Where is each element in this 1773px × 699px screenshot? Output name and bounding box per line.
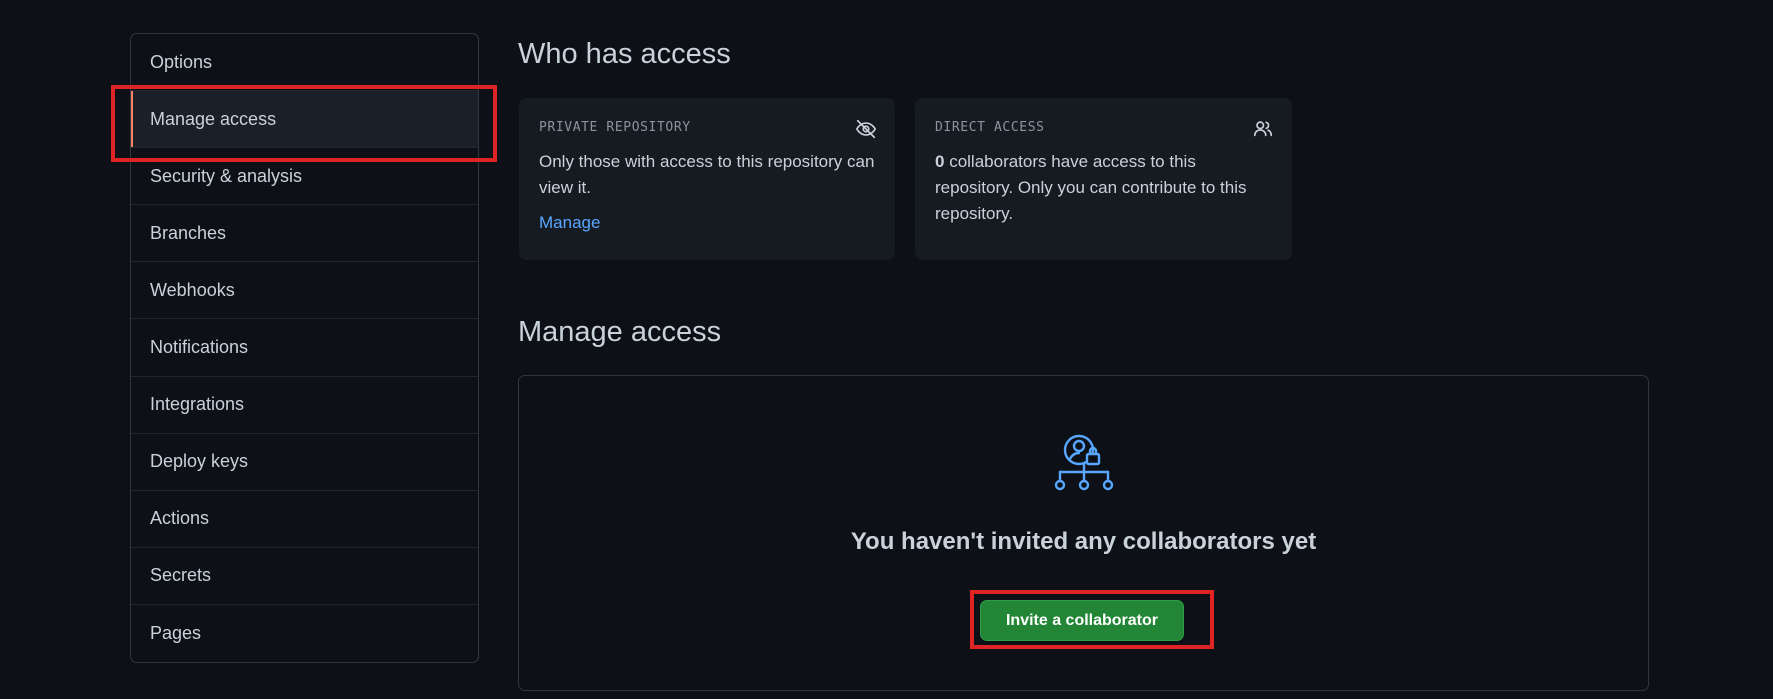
who-has-access-heading: Who has access bbox=[518, 38, 731, 70]
sidebar-item-webhooks[interactable]: Webhooks bbox=[131, 262, 478, 320]
sidebar-item-deploy-keys[interactable]: Deploy keys bbox=[131, 434, 478, 491]
sidebar-item-notifications[interactable]: Notifications bbox=[131, 319, 478, 377]
invite-collaborator-button[interactable]: Invite a collaborator bbox=[980, 600, 1184, 641]
private-repository-description: Only those with access to this repositor… bbox=[539, 152, 875, 197]
manage-access-heading: Manage access bbox=[518, 316, 722, 348]
private-repository-card: PRIVATE REPOSITORY Only those with acces… bbox=[519, 98, 895, 260]
sidebar-item-label: Pages bbox=[150, 622, 202, 643]
private-repository-label: PRIVATE REPOSITORY bbox=[539, 120, 691, 135]
direct-access-card: DIRECT ACCESS 0 collaborators have acces… bbox=[915, 98, 1292, 260]
person-lock-network-icon bbox=[1054, 434, 1114, 491]
eye-closed-icon bbox=[856, 119, 876, 139]
no-collaborators-message: You haven't invited any collaborators ye… bbox=[850, 528, 1317, 555]
sidebar-item-label: Manage access bbox=[150, 108, 277, 129]
sidebar-item-label: Notifications bbox=[150, 337, 249, 358]
direct-access-label: DIRECT ACCESS bbox=[935, 120, 1045, 135]
sidebar-item-label: Actions bbox=[150, 508, 210, 529]
sidebar-item-label: Deploy keys bbox=[150, 451, 249, 472]
sidebar-item-options[interactable]: Options bbox=[131, 34, 478, 92]
sidebar-item-label: Branches bbox=[150, 222, 227, 243]
manage-access-panel: You haven't invited any collaborators ye… bbox=[518, 375, 1649, 691]
sidebar-item-label: Options bbox=[150, 51, 213, 72]
sidebar-item-branches[interactable]: Branches bbox=[131, 205, 478, 263]
sidebar-item-label: Security & analysis bbox=[150, 165, 303, 186]
sidebar-item-manage-access[interactable]: Manage access bbox=[131, 91, 478, 149]
sidebar-item-security-analysis[interactable]: Security & analysis bbox=[131, 148, 478, 206]
sidebar-item-label: Integrations bbox=[150, 394, 245, 415]
sidebar-item-integrations[interactable]: Integrations bbox=[131, 377, 478, 434]
sidebar-item-pages[interactable]: Pages bbox=[131, 605, 478, 662]
manage-visibility-link[interactable]: Manage bbox=[539, 213, 600, 233]
settings-sidebar: Options Manage access Security & analysi… bbox=[130, 33, 479, 663]
people-icon bbox=[1253, 121, 1273, 137]
direct-access-description: 0 collaborators have access to this repo… bbox=[935, 149, 1272, 227]
sidebar-item-label: Webhooks bbox=[150, 279, 235, 300]
direct-access-text: collaborators have access to this reposi… bbox=[935, 152, 1247, 223]
sidebar-item-label: Secrets bbox=[150, 565, 212, 586]
sidebar-item-secrets[interactable]: Secrets bbox=[131, 548, 478, 605]
sidebar-item-actions[interactable]: Actions bbox=[131, 491, 478, 548]
